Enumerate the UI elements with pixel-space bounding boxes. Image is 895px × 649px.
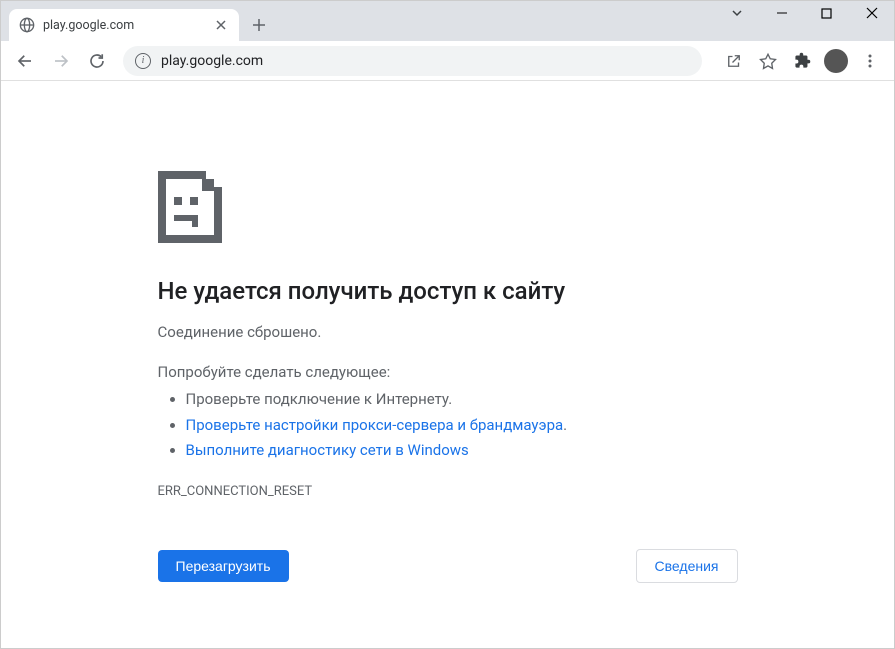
bookmark-star-icon[interactable]: [752, 45, 784, 77]
globe-icon: [19, 17, 35, 33]
browser-tab[interactable]: play.google.com: [9, 9, 239, 41]
tab-close-icon[interactable]: [213, 17, 229, 33]
error-title: Не удается получить доступ к сайту: [158, 277, 738, 305]
forward-button[interactable]: [45, 45, 77, 77]
url-text: play.google.com: [161, 53, 690, 69]
back-button[interactable]: [9, 45, 41, 77]
list-item: Проверьте подключение к Интернету.: [186, 387, 738, 413]
maximize-button[interactable]: [804, 0, 849, 28]
error-subtitle: Соединение сброшено.: [158, 323, 738, 341]
site-info-icon[interactable]: i: [135, 53, 151, 69]
menu-icon[interactable]: [854, 45, 886, 77]
error-suggest-label: Попробуйте сделать следующее:: [158, 363, 738, 381]
address-bar[interactable]: i play.google.com: [123, 46, 702, 76]
titlebar: play.google.com: [1, 1, 894, 41]
error-suggestions-list: Проверьте подключение к Интернету. Прове…: [158, 387, 738, 464]
extensions-icon[interactable]: [786, 45, 818, 77]
error-buttons: Перезагрузить Сведения: [158, 549, 738, 583]
close-button[interactable]: [849, 0, 894, 28]
share-icon[interactable]: [718, 45, 750, 77]
sad-page-icon: [158, 171, 230, 243]
minimize-button[interactable]: [759, 0, 804, 28]
list-item: Выполните диагностику сети в Windows: [186, 438, 738, 464]
error-page: Не удается получить доступ к сайту Соеди…: [158, 171, 738, 583]
profile-avatar[interactable]: [824, 49, 848, 73]
browser-toolbar: i play.google.com: [1, 41, 894, 81]
proxy-settings-link[interactable]: Проверьте настройки прокси-сервера и бра…: [186, 416, 564, 434]
list-item: Проверьте настройки прокси-сервера и бра…: [186, 413, 738, 439]
error-code: ERR_CONNECTION_RESET: [158, 484, 738, 499]
page-content: Не удается получить доступ к сайту Соеди…: [1, 81, 894, 583]
chevron-down-icon[interactable]: [714, 0, 759, 28]
reload-button[interactable]: Перезагрузить: [158, 550, 289, 582]
tab-title: play.google.com: [43, 18, 205, 33]
reload-toolbar-button[interactable]: [81, 45, 113, 77]
details-button[interactable]: Сведения: [636, 549, 738, 583]
window-controls: [714, 0, 894, 33]
new-tab-button[interactable]: [245, 11, 273, 39]
toolbar-right: [718, 45, 886, 77]
network-diagnostics-link[interactable]: Выполните диагностику сети в Windows: [186, 441, 469, 459]
